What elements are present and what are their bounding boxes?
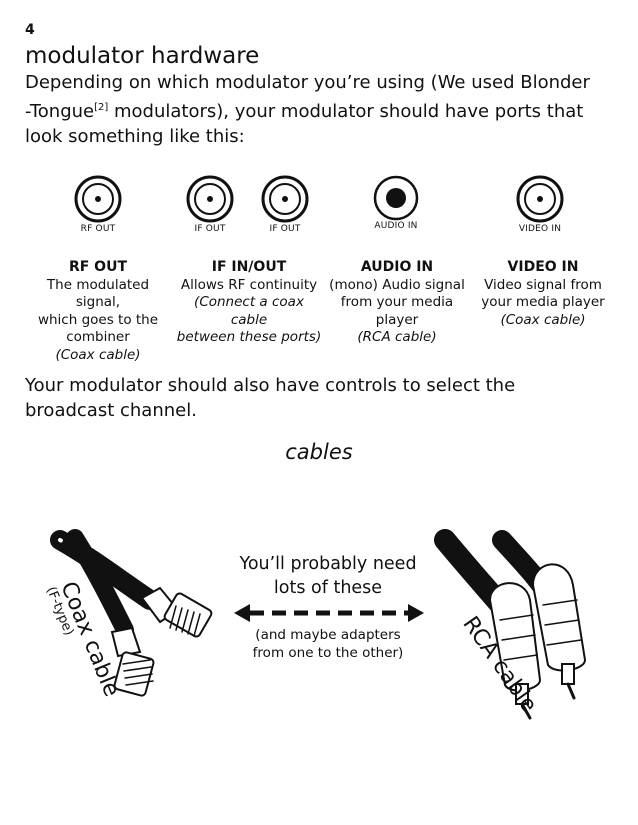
rf-out-line-1: The modulated signal,	[46, 276, 150, 311]
audio-in-description: AUDIO IN (mono) Audio signal from your m…	[322, 259, 472, 347]
controls-paragraph: Your modulator should also have controls…	[25, 373, 625, 423]
if-inout-heading: IF IN/OUT	[211, 259, 287, 275]
rf-out-note: (Coax cable)	[55, 346, 141, 363]
if-out-port-1-icon	[186, 175, 234, 223]
if-inout-line-1: Allows RF continuity	[180, 276, 318, 293]
adapter-line-2: from one to the other)	[252, 645, 404, 661]
need-text: You’ll probably need lots of these	[228, 552, 428, 600]
if-inout-note-1: (Connect a coax cable	[194, 294, 304, 328]
video-in-line-1: Video signal from	[484, 276, 602, 293]
double-arrow-icon	[234, 604, 424, 622]
video-in-note: (Coax cable)	[500, 311, 586, 328]
if-inout-note-2: between these ports)	[176, 329, 322, 345]
video-in-port-label: VIDEO IN	[518, 224, 562, 234]
rf-out-line-2: which goes to the	[37, 311, 159, 328]
video-in-heading: VIDEO IN	[507, 259, 579, 275]
if-out-port-2-icon	[261, 175, 309, 223]
audio-in-line-2: from your media	[340, 294, 454, 310]
audio-in-heading: AUDIO IN	[360, 259, 434, 275]
audio-in-line-3: player	[375, 311, 419, 328]
adapter-text: (and maybe adapters from one to the othe…	[228, 626, 428, 662]
rf-out-heading: RF OUT	[68, 259, 128, 275]
controls-line-1: Your modulator should also have controls…	[25, 375, 516, 396]
if-out-port-2-label: IF OUT	[269, 224, 301, 234]
video-in-description: VIDEO IN Video signal from your media pl…	[468, 259, 618, 329]
adapter-line-1: (and maybe adapters	[255, 627, 401, 643]
video-in-line-2: your media player	[481, 294, 605, 310]
rf-out-port-label: RF OUT	[80, 224, 116, 234]
if-inout-description: IF IN/OUT Allows RF continuity (Connect …	[174, 259, 324, 347]
need-line-1: You’ll probably need	[239, 554, 417, 574]
need-line-2: lots of these	[273, 578, 383, 598]
video-in-port-icon	[516, 175, 564, 223]
audio-in-port-label: AUDIO IN	[374, 221, 418, 231]
rf-out-line-3: combiner	[66, 329, 130, 345]
if-out-port-1-label: IF OUT	[194, 224, 226, 234]
rf-out-description: RF OUT The modulated signal, which goes …	[23, 259, 173, 364]
controls-line-2: broadcast channel.	[25, 400, 197, 421]
rf-out-port-icon	[74, 175, 122, 223]
audio-in-port-icon	[373, 175, 419, 221]
audio-in-line-1: (mono) Audio signal	[329, 276, 465, 293]
audio-in-note: (RCA cable)	[357, 329, 437, 345]
cables-heading: cables	[285, 440, 353, 464]
